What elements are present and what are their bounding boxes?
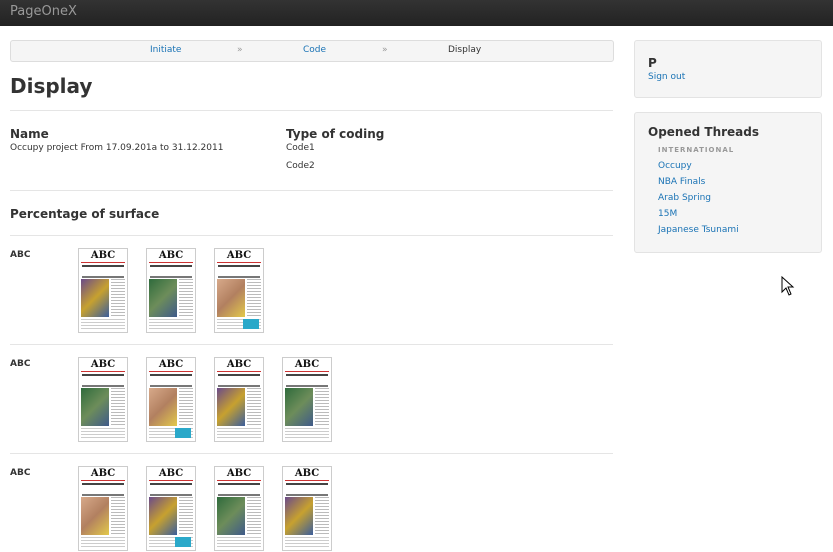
name-value: Occupy project From 17.09.201a to 31.12.… [10,143,224,153]
breadcrumb-initiate[interactable]: Initiate [150,45,181,55]
divider [10,453,613,454]
masthead: ABC [294,468,320,479]
page-title: Display [10,74,93,98]
masthead: ABC [158,359,184,370]
masthead: ABC [158,468,184,479]
thread-link-nba-finals[interactable]: NBA Finals [658,177,705,187]
thread-link-arab-spring[interactable]: Arab Spring [658,193,711,203]
front-page-thumbnail[interactable]: ABC [214,357,264,442]
divider [10,190,613,191]
front-page-thumbnail[interactable]: ABC [214,248,264,333]
newspaper-label: ABC [10,359,31,369]
name-label: Name [10,127,49,141]
brand-logo[interactable]: PageOneX [10,4,77,19]
code-item: Code2 [286,161,315,171]
thread-link-15m[interactable]: 15M [658,209,677,219]
coding-type-label: Type of coding [286,127,385,141]
masthead: ABC [226,468,252,479]
masthead: ABC [90,250,116,261]
front-page-thumbnail[interactable]: ABC [282,466,332,551]
breadcrumb-display: Display [448,45,482,55]
breadcrumb: Initiate » Code » Display [10,40,614,62]
front-page-thumbnail[interactable]: ABC [78,248,128,333]
thread-link-occupy[interactable]: Occupy [658,161,692,171]
newspaper-label: ABC [10,250,31,260]
newspaper-label: ABC [10,468,31,478]
front-page-thumbnail[interactable]: ABC [146,466,196,551]
breadcrumb-code[interactable]: Code [303,45,326,55]
divider [10,110,613,111]
front-page-thumbnail[interactable]: ABC [282,357,332,442]
divider [10,344,613,345]
masthead: ABC [158,250,184,261]
breadcrumb-separator: » [382,45,388,55]
masthead: ABC [226,250,252,261]
divider [10,235,613,236]
front-page-thumbnail[interactable]: ABC [146,357,196,442]
code-item: Code1 [286,143,315,153]
sign-out-link[interactable]: Sign out [648,72,685,82]
breadcrumb-separator: » [237,45,243,55]
front-page-thumbnail[interactable]: ABC [78,357,128,442]
front-page-thumbnail[interactable]: ABC [78,466,128,551]
mouse-pointer-icon [781,276,795,296]
top-navbar: PageOneX [0,0,833,26]
section-title: Percentage of surface [10,207,160,221]
front-page-thumbnail[interactable]: ABC [214,466,264,551]
front-page-thumbnail[interactable]: ABC [146,248,196,333]
masthead: ABC [90,468,116,479]
masthead: ABC [294,359,320,370]
thread-link-japanese-tsunami[interactable]: Japanese Tsunami [658,225,739,235]
username: P [648,56,657,70]
masthead: ABC [90,359,116,370]
opened-threads-panel: Opened Threads INTERNATIONAL Occupy NBA … [634,112,822,253]
account-panel: P Sign out [634,40,822,98]
threads-title: Opened Threads [648,125,759,139]
masthead: ABC [226,359,252,370]
threads-subtitle: INTERNATIONAL [658,146,735,154]
